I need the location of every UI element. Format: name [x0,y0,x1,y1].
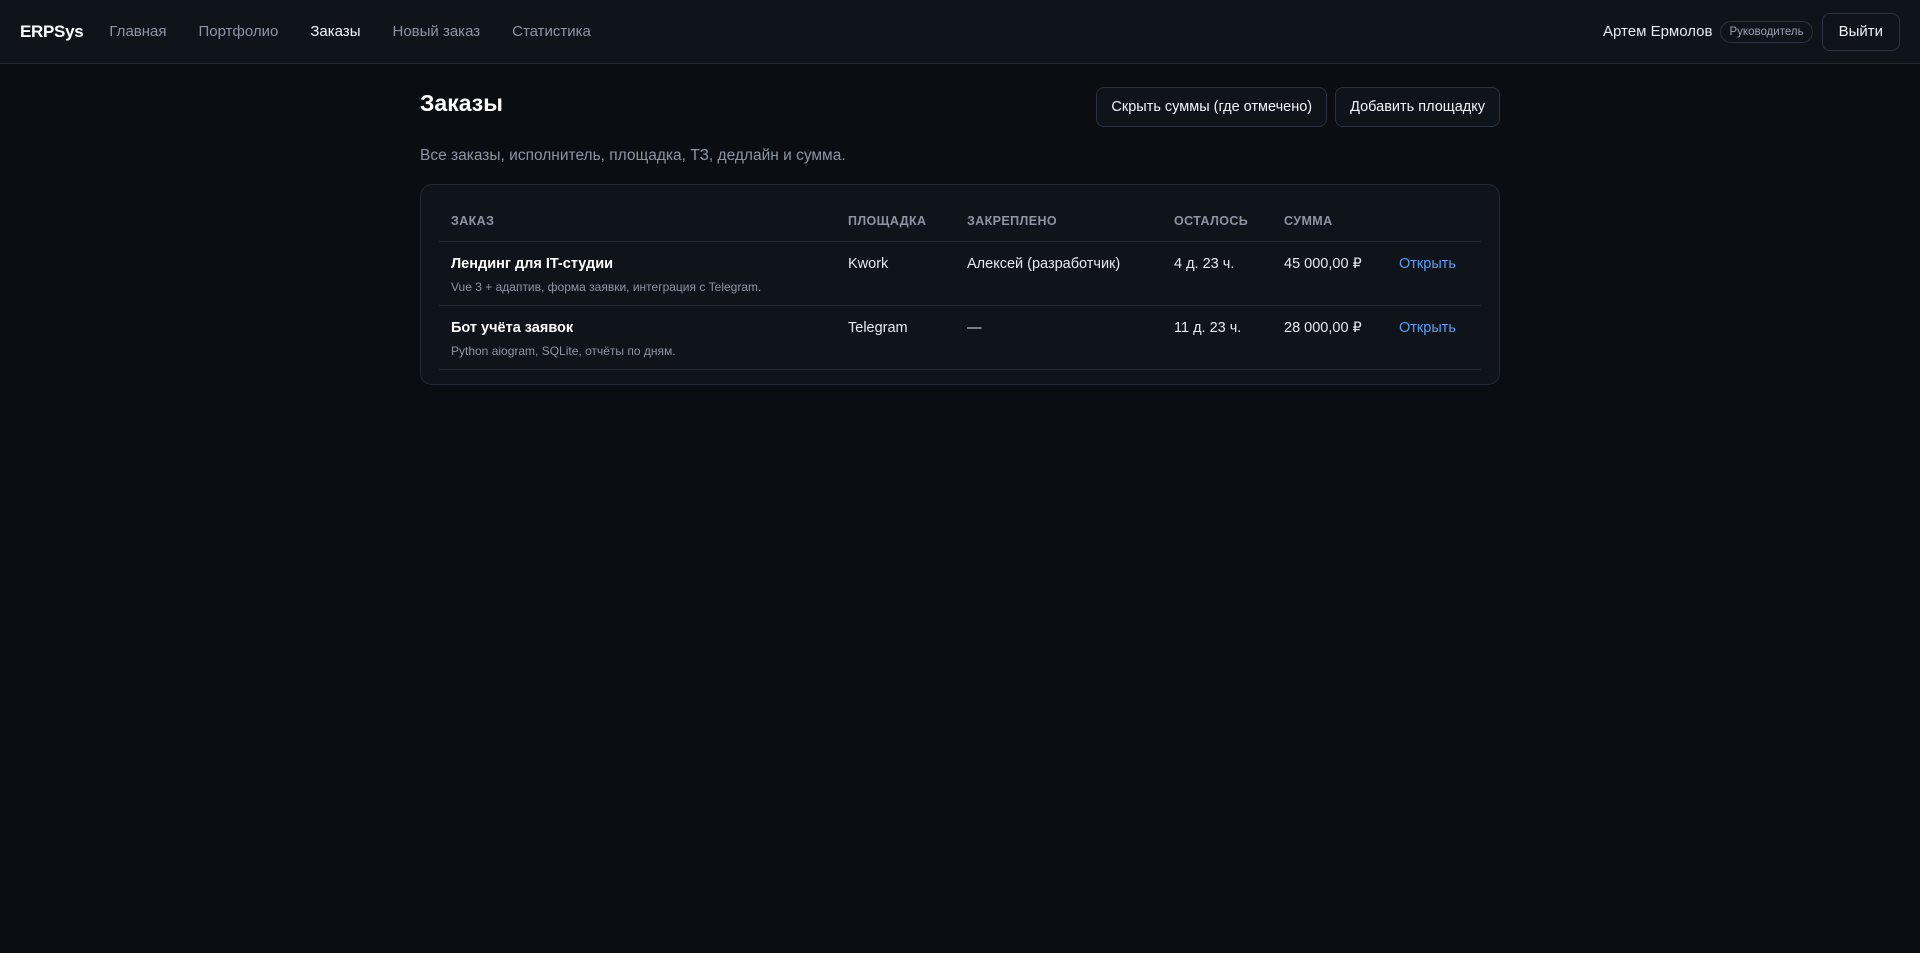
order-title: Бот учёта заявок [451,319,574,336]
column-header-platform: ПЛОЩАДКА [836,201,955,242]
column-header-assigned: ЗАКРЕПЛЕНО [955,201,1162,242]
order-title: Лендинг для IT-студии [451,255,614,272]
table-row: Бот учёта заявок Python aiogram, SQLite,… [439,305,1481,370]
action-cell: Открыть [1387,305,1481,370]
top-navbar: ERPSys Главная Портфолио Заказы Новый за… [0,0,1920,64]
user-area: Артем Ермолов Руководитель Выйти [1603,12,1900,51]
brand-logo[interactable]: ERPSys [20,22,84,42]
sum-cell: 28 000,00 ₽ [1272,305,1387,370]
add-platform-button[interactable]: Добавить площадку [1335,87,1500,127]
page-title: Заказы [420,90,503,116]
order-cell: Бот учёта заявок Python aiogram, SQLite,… [439,305,836,370]
page-subtitle: Все заказы, исполнитель, площадка, ТЗ, д… [420,147,846,164]
hide-sums-button[interactable]: Скрыть суммы (где отмечено) [1096,87,1328,127]
column-header-actions [1387,201,1481,242]
order-description: Vue 3 + адаптив, форма заявки, интеграци… [451,279,762,294]
user-name: Артем Ермолов [1603,23,1713,40]
orders-table-card: ЗАКАЗ ПЛОЩАДКА ЗАКРЕПЛЕНО ОСТАЛОСЬ СУММА… [420,184,1500,385]
page-actions: Скрыть суммы (где отмечено) Добавить пло… [1088,87,1500,127]
role-badge: Руководитель [1720,20,1813,43]
assigned-cell: Алексей (разработчик) [955,241,1162,306]
assigned-cell: — [955,305,1162,370]
remaining-cell: 11 д. 23 ч. [1162,305,1272,370]
platform-cell: Telegram [836,305,955,370]
nav-item-portfolio[interactable]: Портфолио [199,23,279,40]
table-header-row: ЗАКАЗ ПЛОЩАДКА ЗАКРЕПЛЕНО ОСТАЛОСЬ СУММА [439,201,1481,242]
remaining-cell: 4 д. 23 ч. [1162,241,1272,306]
table-row: Лендинг для IT-студии Vue 3 + адаптив, ф… [439,241,1481,306]
nav-item-orders[interactable]: Заказы [310,23,360,40]
sum-cell: 45 000,00 ₽ [1272,241,1387,306]
order-description: Python aiogram, SQLite, отчёты по дням. [451,343,676,358]
nav-item-statistics[interactable]: Статистика [512,23,591,40]
column-header-sum: СУММА [1272,201,1387,242]
nav-item-new-order[interactable]: Новый заказ [392,23,480,40]
open-order-link[interactable]: Открыть [1399,256,1456,272]
nav-item-home[interactable]: Главная [109,23,166,40]
order-cell: Лендинг для IT-студии Vue 3 + адаптив, ф… [439,241,836,306]
logout-button[interactable]: Выйти [1821,12,1900,51]
platform-cell: Kwork [836,241,955,306]
open-order-link[interactable]: Открыть [1399,320,1456,336]
action-cell: Открыть [1387,241,1481,306]
column-header-remaining: ОСТАЛОСЬ [1162,201,1272,242]
orders-table: ЗАКАЗ ПЛОЩАДКА ЗАКРЕПЛЕНО ОСТАЛОСЬ СУММА… [439,201,1481,370]
main-nav: Главная Портфолио Заказы Новый заказ Ста… [109,23,623,40]
column-header-order: ЗАКАЗ [439,201,836,242]
